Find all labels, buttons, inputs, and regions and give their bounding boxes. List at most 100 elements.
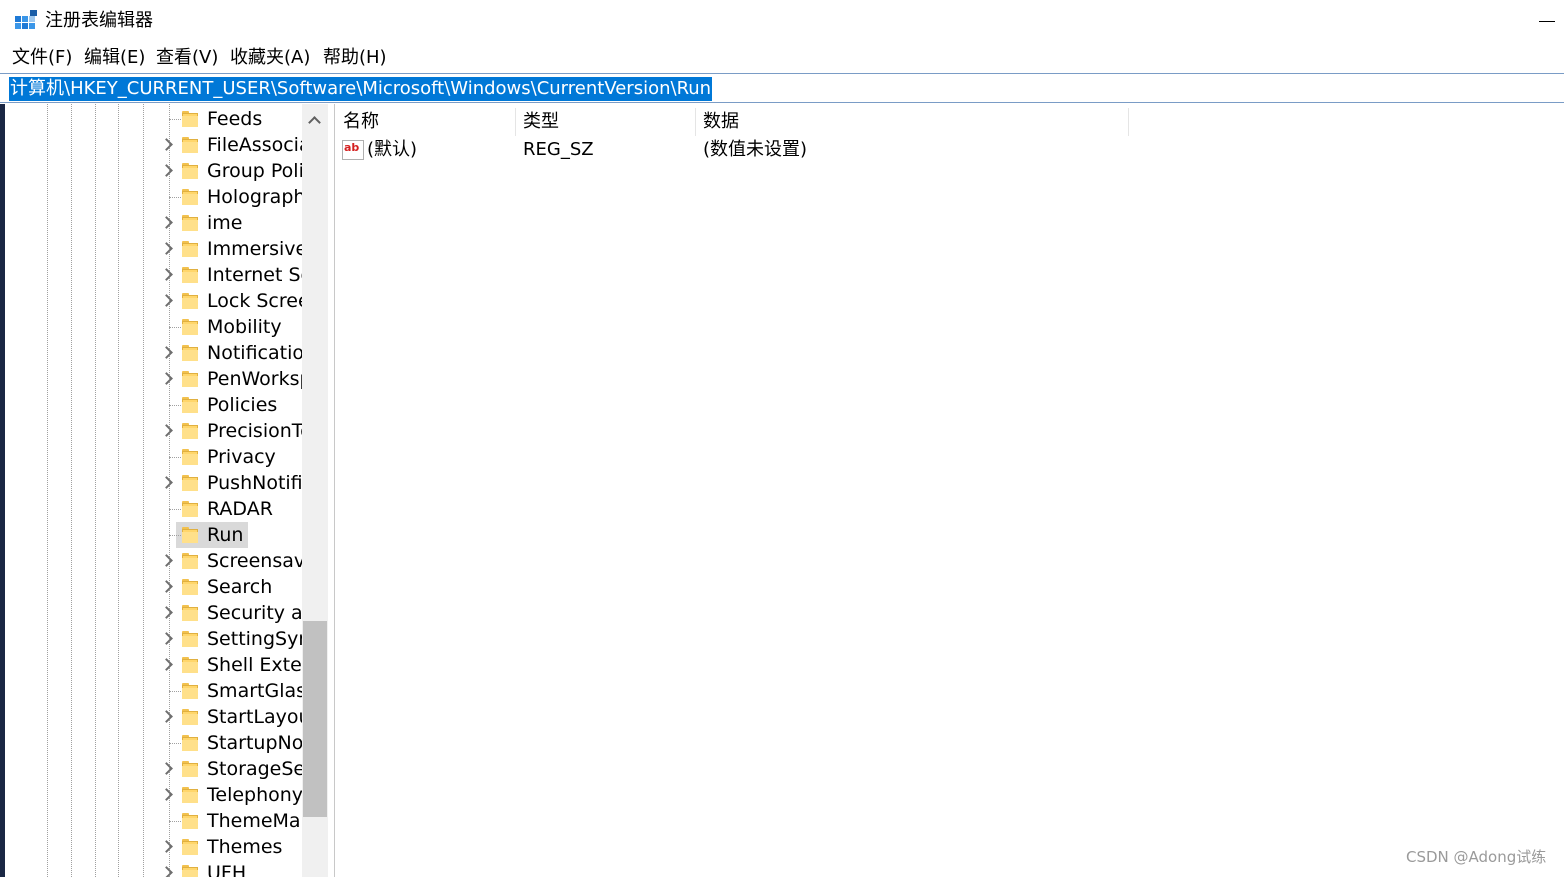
menu-view[interactable]: 查看(V): [156, 46, 218, 70]
tree-item[interactable]: Holograph: [5, 184, 302, 210]
tree-item-label: Shell Exten: [207, 654, 302, 676]
tree-item[interactable]: Mobility: [5, 314, 302, 340]
tree-connector: [169, 821, 181, 822]
tree-item[interactable]: Notification: [5, 340, 302, 366]
tree-item-label: Notification: [207, 342, 302, 364]
minimize-icon: [1539, 21, 1555, 22]
folder-icon: [182, 761, 198, 777]
tree-scrollbar[interactable]: [302, 104, 328, 877]
tree-item[interactable]: SettingSyn: [5, 626, 302, 652]
key-tree[interactable]: Feeds FileAssocia Group Polic Holograph ime I…: [5, 104, 302, 877]
column-header-name[interactable]: 名称: [336, 108, 515, 136]
folder-icon: [182, 371, 198, 387]
folder-icon: [182, 475, 198, 491]
expand-chevron-icon[interactable]: [160, 554, 173, 567]
column-header-data[interactable]: 数据: [696, 108, 1128, 136]
tree-item[interactable]: Policies: [5, 392, 302, 418]
folder-icon: [182, 423, 198, 439]
expand-chevron-icon[interactable]: [160, 138, 173, 151]
tree-connector: [169, 405, 181, 406]
tree-item[interactable]: Feeds: [5, 106, 302, 132]
expand-chevron-icon[interactable]: [160, 788, 173, 801]
folder-icon: [182, 527, 198, 543]
expand-chevron-icon[interactable]: [160, 710, 173, 723]
registry-editor-icon: [15, 10, 37, 29]
tree-item[interactable]: ime: [5, 210, 302, 236]
tree-item-label: FileAssocia: [207, 134, 302, 156]
expand-chevron-icon[interactable]: [160, 242, 173, 255]
tree-item[interactable]: Screensave: [5, 548, 302, 574]
tree-item[interactable]: Themes: [5, 834, 302, 860]
tree-item-label: Group Polic: [207, 160, 302, 182]
tree-item[interactable]: Lock Screen: [5, 288, 302, 314]
tree-item[interactable]: PrecisionTo: [5, 418, 302, 444]
address-bar[interactable]: 计算机\HKEY_CURRENT_USER\Software\Microsoft…: [0, 73, 1564, 103]
tree-item[interactable]: ThemeMar: [5, 808, 302, 834]
value-row[interactable]: ab (默认) REG_SZ (数值未设置): [336, 137, 1564, 163]
expand-chevron-icon[interactable]: [160, 424, 173, 437]
tree-connector: [169, 119, 181, 120]
tree-item[interactable]: Telephony: [5, 782, 302, 808]
minimize-button[interactable]: [1534, 8, 1562, 36]
folder-icon: [182, 501, 198, 517]
expand-chevron-icon[interactable]: [160, 216, 173, 229]
expand-chevron-icon[interactable]: [160, 268, 173, 281]
title-bar[interactable]: 注册表编辑器: [0, 0, 1564, 42]
menu-file[interactable]: 文件(F): [12, 46, 72, 70]
tree-item-label: SettingSyn: [207, 628, 302, 650]
expand-chevron-icon[interactable]: [160, 294, 173, 307]
tree-item[interactable]: PushNotific: [5, 470, 302, 496]
folder-icon: [182, 579, 198, 595]
menu-edit[interactable]: 编辑(E): [84, 46, 145, 70]
folder-icon: [182, 215, 198, 231]
tree-item[interactable]: UFH: [5, 860, 302, 877]
expand-chevron-icon[interactable]: [160, 372, 173, 385]
folder-icon: [182, 241, 198, 257]
menu-help[interactable]: 帮助(H): [323, 46, 387, 70]
tree-item-label: PenWorksp: [207, 368, 302, 390]
folder-icon: [182, 449, 198, 465]
tree-item[interactable]: StorageSer: [5, 756, 302, 782]
column-separator[interactable]: [1128, 108, 1129, 136]
tree-item[interactable]: Run: [5, 522, 302, 548]
tree-item[interactable]: FileAssocia: [5, 132, 302, 158]
expand-chevron-icon[interactable]: [160, 580, 173, 593]
scroll-up-icon[interactable]: [308, 116, 321, 129]
tree-item-label: UFH: [207, 862, 247, 877]
tree-item-label: Search: [207, 576, 273, 598]
tree-item[interactable]: Security an: [5, 600, 302, 626]
tree-item-label: ime: [207, 212, 243, 234]
folder-icon: [182, 137, 198, 153]
expand-chevron-icon[interactable]: [160, 762, 173, 775]
expand-chevron-icon[interactable]: [160, 164, 173, 177]
tree-item[interactable]: Group Polic: [5, 158, 302, 184]
tree-item[interactable]: StartupNot: [5, 730, 302, 756]
tree-item[interactable]: RADAR: [5, 496, 302, 522]
tree-item[interactable]: Privacy: [5, 444, 302, 470]
expand-chevron-icon[interactable]: [160, 866, 173, 877]
tree-item[interactable]: ImmersiveS: [5, 236, 302, 262]
expand-chevron-icon[interactable]: [160, 632, 173, 645]
tree-item[interactable]: Shell Exten: [5, 652, 302, 678]
expand-chevron-icon[interactable]: [160, 346, 173, 359]
tree-item-label: Run: [207, 524, 244, 546]
tree-item[interactable]: StartLayout: [5, 704, 302, 730]
expand-chevron-icon[interactable]: [160, 476, 173, 489]
address-path[interactable]: 计算机\HKEY_CURRENT_USER\Software\Microsoft…: [9, 77, 713, 101]
tree-item[interactable]: PenWorksp: [5, 366, 302, 392]
menu-favorites[interactable]: 收藏夹(A): [230, 46, 310, 70]
folder-icon: [182, 813, 198, 829]
folder-icon: [182, 657, 198, 673]
tree-item[interactable]: SmartGlass: [5, 678, 302, 704]
tree-item[interactable]: Internet Se: [5, 262, 302, 288]
values-list[interactable]: 名称 类型 数据 ab (默认) REG_SZ (数值未设置): [336, 104, 1564, 877]
column-header-type[interactable]: 类型: [516, 108, 695, 136]
folder-icon: [182, 735, 198, 751]
expand-chevron-icon[interactable]: [160, 658, 173, 671]
tree-item[interactable]: Search: [5, 574, 302, 600]
tree-connector: [169, 327, 181, 328]
scroll-thumb[interactable]: [303, 621, 327, 817]
expand-chevron-icon[interactable]: [160, 606, 173, 619]
pane-splitter[interactable]: [328, 104, 335, 877]
expand-chevron-icon[interactable]: [160, 840, 173, 853]
